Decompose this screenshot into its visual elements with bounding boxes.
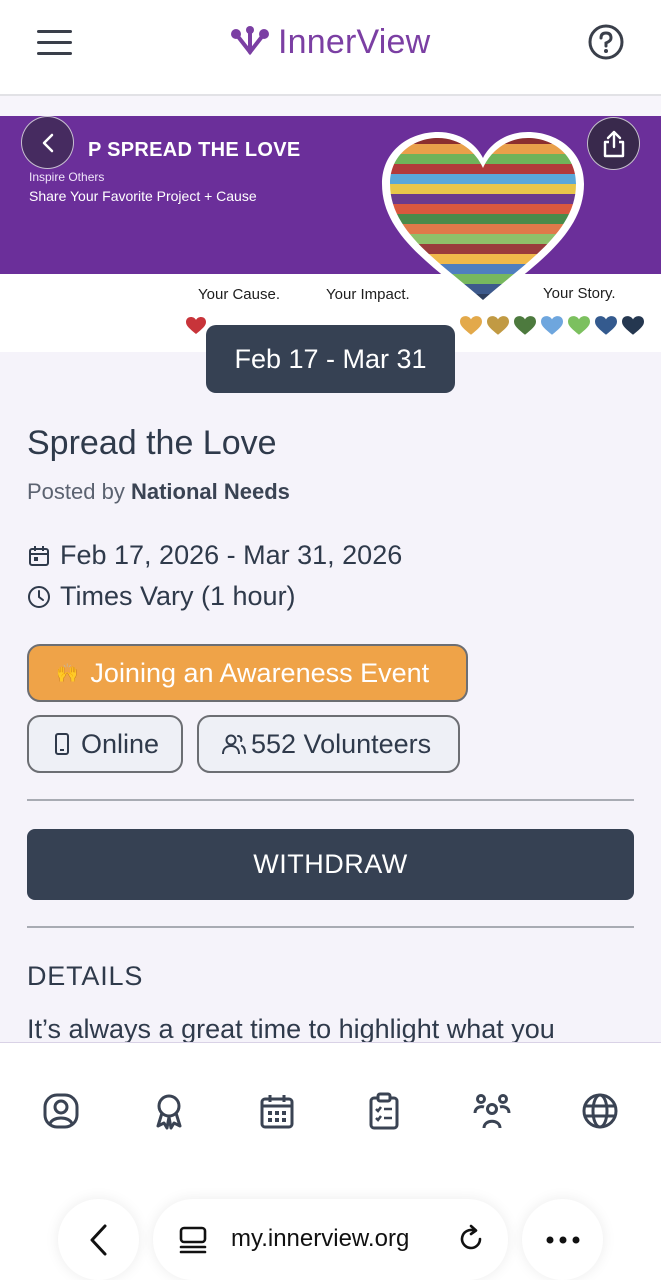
heart-icon [487, 316, 509, 335]
hands-icon: 🙌 [56, 662, 79, 683]
banner-caption-story: Your Story. [543, 285, 616, 302]
community-icon[interactable] [472, 1091, 512, 1131]
chevron-left-icon [42, 133, 53, 152]
ellipsis-icon [546, 1236, 579, 1243]
clock-icon [28, 585, 50, 608]
calendar-icon [29, 545, 49, 566]
clipboard-icon[interactable] [364, 1091, 404, 1131]
banner-title: P SPREAD THE LOVE [88, 139, 301, 161]
times-text: Times Vary (1 hour) [60, 581, 296, 611]
event-dates: Feb 17, 2026 - Mar 31, 2026 [27, 540, 402, 571]
banner-subtitle-2: Share Your Favorite Project + Cause [29, 188, 257, 204]
calendar-icon[interactable] [257, 1091, 297, 1131]
divider [27, 926, 634, 928]
heart-icon [541, 316, 563, 335]
browser-back-button[interactable] [58, 1199, 139, 1280]
heart-icon [460, 316, 482, 335]
event-details: Spread the Love Posted by National Needs… [0, 352, 661, 1042]
red-heart-icon [186, 317, 206, 334]
innerview-logo-icon [231, 26, 269, 56]
banner-subtitle: Inspire Others [29, 170, 105, 184]
heart-icon [622, 316, 644, 335]
category-label: Joining an Awareness Event [90, 657, 430, 688]
volunteers-label: 552 Volunteers [251, 728, 432, 759]
rainbow-heart-icon [382, 132, 584, 308]
award-icon[interactable] [149, 1091, 189, 1131]
tabs-icon [179, 1226, 207, 1254]
details-text: It’s always a great time to highlight wh… [27, 1014, 555, 1042]
date-range: Feb 17, 2026 - Mar 31, 2026 [60, 540, 403, 570]
volunteers-tag[interactable]: 552 Volunteers [197, 715, 460, 773]
globe-icon[interactable] [580, 1091, 620, 1131]
url-text: my.innerview.org [231, 1225, 410, 1252]
banner-caption-cause: Your Cause. [198, 286, 281, 303]
date-pill: Feb 17 - Mar 31 [206, 325, 455, 393]
heart-icon [595, 316, 617, 335]
event-banner-image: P SPREAD THE LOVE Inspire Others Share Y… [0, 116, 661, 352]
share-button[interactable] [587, 117, 640, 170]
posted-by-prefix: Posted by [27, 479, 125, 504]
browser-url-bar[interactable]: my.innerview.org [153, 1199, 508, 1280]
withdraw-button[interactable]: WITHDRAW [27, 829, 634, 900]
users-icon [222, 734, 246, 755]
heart-icon [568, 316, 590, 335]
phone-icon [55, 733, 69, 755]
help-icon[interactable] [588, 24, 624, 60]
share-icon [603, 130, 624, 157]
details-heading: DETAILS [27, 961, 144, 991]
brand-name: InnerView [278, 22, 431, 61]
chevron-left-icon [90, 1224, 106, 1255]
back-button[interactable] [21, 116, 74, 169]
menu-icon[interactable] [37, 30, 72, 56]
brand-logo[interactable]: InnerView [230, 20, 430, 64]
banner-caption-impact: Your Impact. [326, 286, 410, 303]
app-header: InnerView [0, 0, 661, 96]
profile-icon[interactable] [41, 1091, 81, 1131]
location-tag[interactable]: Online [27, 715, 183, 773]
divider [27, 799, 634, 801]
more-options-button[interactable] [522, 1199, 603, 1280]
heart-row [460, 316, 644, 336]
event-title: Spread the Love [27, 424, 277, 462]
posted-by: Posted by National Needs [27, 479, 290, 505]
category-tag[interactable]: 🙌 Joining an Awareness Event [27, 644, 468, 702]
heart-icon [514, 316, 536, 335]
organization-name[interactable]: National Needs [131, 479, 290, 504]
event-times: Times Vary (1 hour) [27, 581, 296, 612]
location-label: Online [81, 728, 160, 759]
reload-icon[interactable] [455, 1223, 487, 1255]
